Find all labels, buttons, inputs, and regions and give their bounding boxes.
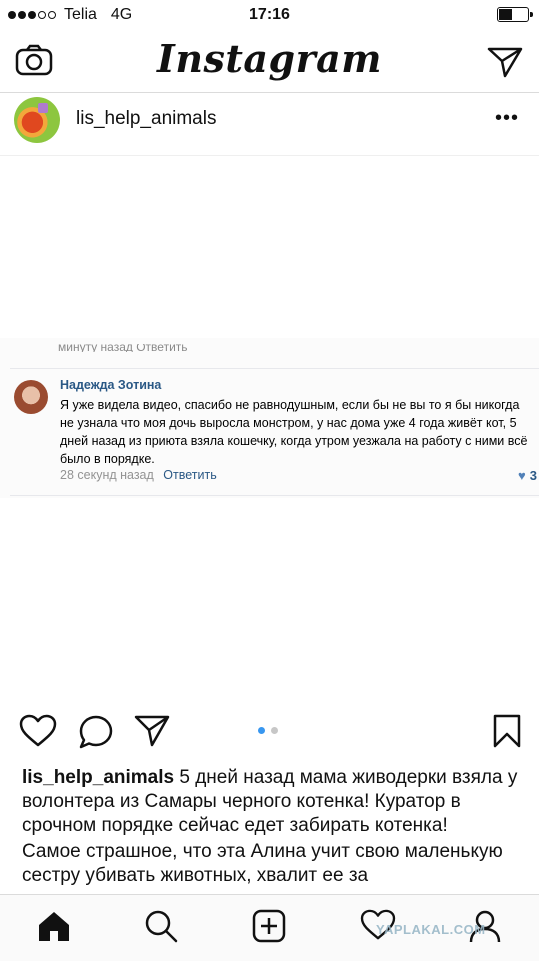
carousel-indicator xyxy=(258,727,278,734)
new-post-icon[interactable] xyxy=(252,909,286,948)
battery-icon xyxy=(497,7,533,22)
home-icon[interactable] xyxy=(37,909,71,948)
comment-avatar xyxy=(14,380,48,414)
heart-icon: ♥ xyxy=(518,468,526,483)
comment-likes: ♥ 3 xyxy=(518,468,537,483)
status-bar: Telia 4G 17:16 xyxy=(0,0,539,30)
divider xyxy=(10,368,539,369)
direct-message-icon[interactable] xyxy=(487,46,523,83)
comment-time: 28 секунд назад xyxy=(60,468,154,482)
post-username[interactable]: lis_help_animals xyxy=(76,108,216,130)
watermark: YAPLAKAL.COM xyxy=(376,922,486,937)
post-image: минуту назад Ответить Надежда Зотина Я у… xyxy=(0,338,539,498)
divider xyxy=(10,495,539,496)
comment-text: Я уже видела видео, спасибо не равнодушн… xyxy=(60,398,528,466)
caption-text-continued: Самое страшное, что эта Алина учит свою … xyxy=(22,841,503,886)
app-logo: Instagram xyxy=(157,36,382,81)
post-caption: lis_help_animals 5 дней назад мама живод… xyxy=(22,766,527,888)
comment-author: Надежда Зотина xyxy=(60,378,162,392)
search-icon[interactable] xyxy=(144,909,178,948)
more-options-icon[interactable]: ••• xyxy=(495,107,519,130)
like-heart-icon[interactable] xyxy=(19,714,57,753)
clipped-comment-meta: минуту назад Ответить xyxy=(58,344,188,352)
status-time: 17:16 xyxy=(249,6,290,23)
comment-icon[interactable] xyxy=(78,714,114,755)
avatar[interactable] xyxy=(14,97,60,143)
post-actions xyxy=(0,712,539,756)
comment-reply-link: Ответить xyxy=(163,468,217,482)
comment-like-count: 3 xyxy=(529,468,537,483)
top-nav: Instagram xyxy=(0,30,539,93)
share-icon[interactable] xyxy=(134,714,170,753)
comment-meta: 28 секунд назад Ответить xyxy=(60,468,217,482)
caption-username[interactable]: lis_help_animals xyxy=(22,767,174,788)
post-header: lis_help_animals ••• xyxy=(0,93,539,156)
bookmark-icon[interactable] xyxy=(493,714,521,753)
